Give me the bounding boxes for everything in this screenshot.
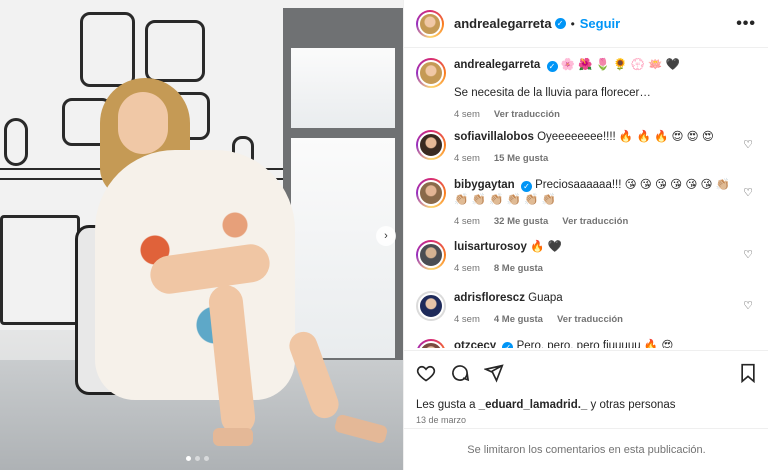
likes-suffix: y otras personas (590, 399, 676, 411)
bookmark-icon (741, 363, 755, 383)
likes-prefix: Les gusta a (416, 399, 476, 411)
caption-text: Se necesita de la lluvia para florecer… (454, 87, 651, 99)
header-separator: • (570, 16, 575, 31)
comment-text: Guapa (528, 292, 563, 304)
follow-button[interactable]: Seguir (580, 16, 620, 31)
comment-time: 4 sem (454, 314, 480, 325)
likes-summary[interactable]: Les gusta a _eduard_lamadrid._ y otras p… (416, 399, 757, 411)
verified-badge-icon: ✓ (520, 181, 532, 192)
share-icon (484, 364, 504, 383)
share-button[interactable] (484, 363, 504, 383)
comment-row: otzcecy ✓ Pero, pero, pero fiuuuuu 🔥 😍 (416, 339, 757, 348)
comment-translate-button[interactable]: Ver traducción (557, 314, 623, 325)
comment-avatar[interactable] (416, 291, 446, 321)
post-header: andrealegarreta ✓ • Seguir ••• (404, 0, 768, 48)
comment-avatar[interactable] (416, 130, 446, 160)
caption-avatar[interactable] (416, 58, 446, 88)
comment-icon (452, 365, 470, 382)
comment-username[interactable]: bibygaytan (454, 179, 515, 191)
photo-window-pane-bottom (291, 138, 395, 358)
comments-list[interactable]: andrealegarreta ✓ 🌸 🌺 🌷 🌻 💮 🪷 🖤 Se neces… (404, 48, 768, 348)
comment-likes-button[interactable]: 8 Me gusta (494, 263, 543, 274)
comment-text: Pero, pero, pero fiuuuuu 🔥 😍 (516, 340, 674, 348)
like-button[interactable] (416, 363, 436, 383)
comment-text: 🔥 🖤 (530, 241, 562, 253)
photo-window (283, 8, 403, 378)
comment-likes-button[interactable]: 15 Me gusta (494, 153, 548, 164)
comment-row: adrisflorescz Guapa 4 sem 4 Me gusta Ver… (416, 291, 757, 325)
comment-avatar[interactable] (416, 240, 446, 270)
more-options-icon[interactable]: ••• (736, 15, 756, 33)
action-icons (416, 361, 757, 385)
verified-badge-icon: ✓ (554, 18, 566, 29)
photo-face (118, 92, 168, 154)
post-side-panel: andrealegarreta ✓ • Seguir ••• andrealeg… (403, 0, 768, 470)
post-actions: Les gusta a _eduard_lamadrid._ y otras p… (404, 350, 768, 425)
caption-translate-button[interactable]: Ver traducción (494, 109, 560, 120)
comment-avatar[interactable] (416, 178, 446, 208)
photo-doodle-cabinet (0, 215, 80, 325)
comment-row: sofiavillalobos Oyeeeeeeee!!!! 🔥 🔥 🔥 😍 😍… (416, 130, 757, 164)
caption-time: 4 sem (454, 109, 480, 120)
heart-icon (416, 365, 436, 382)
post-date: 13 de marzo (416, 415, 467, 425)
next-photo-button[interactable]: › (376, 226, 396, 246)
carousel-dot (195, 456, 200, 461)
comment-text: Oyeeeeeeee!!!! 🔥 🔥 🔥 😍 😍 😍 (537, 131, 714, 143)
comment-username[interactable]: luisarturosoy (454, 241, 527, 253)
comment-time: 4 sem (454, 263, 480, 274)
comment-likes-button[interactable]: 4 Me gusta (494, 314, 543, 325)
comment-button[interactable] (450, 363, 470, 383)
comment-translate-button[interactable]: Ver traducción (562, 216, 628, 227)
carousel-dot-active (186, 456, 191, 461)
carousel-dot (204, 456, 209, 461)
comment-username[interactable]: adrisflorescz (454, 292, 525, 304)
comment-time: 4 sem (454, 216, 480, 227)
photo-window-pane-top (291, 48, 395, 128)
comment-row: bibygaytan ✓ Preciosaaaaaa!!! 😘 😘 😘 😘 😘 … (416, 178, 757, 227)
verified-badge-icon: ✓ (502, 342, 514, 348)
caption-username[interactable]: andrealegarreta (454, 59, 540, 71)
caption-row: andrealegarreta ✓ 🌸 🌺 🌷 🌻 💮 🪷 🖤 Se neces… (416, 58, 757, 120)
carousel-dots (186, 456, 209, 461)
photo-shoe-front (213, 428, 253, 446)
comment-row: luisarturosoy 🔥 🖤 4 sem 8 Me gusta ♡ (416, 240, 757, 274)
photo-doodle-frame (145, 20, 205, 82)
comment-like-heart-icon[interactable]: ♡ (743, 248, 753, 261)
comment-like-heart-icon[interactable]: ♡ (743, 186, 753, 199)
likes-user[interactable]: _eduard_lamadrid._ (479, 399, 588, 411)
comments-limited-notice: Se limitaron los comentarios en esta pub… (404, 428, 768, 470)
comment-like-heart-icon[interactable]: ♡ (743, 299, 753, 312)
photo-doodle-mirror (80, 12, 135, 87)
post-photo[interactable]: › (0, 0, 403, 470)
author-username[interactable]: andrealegarreta (454, 16, 552, 31)
comment-time: 4 sem (454, 153, 480, 164)
comment-likes-button[interactable]: 32 Me gusta (494, 216, 548, 227)
photo-doodle-vase-left (4, 118, 28, 166)
comment-avatar[interactable] (416, 339, 446, 348)
comment-username[interactable]: otzcecy (454, 340, 496, 348)
verified-badge-icon: ✓ (546, 61, 558, 72)
save-button[interactable] (739, 363, 757, 383)
comment-username[interactable]: sofiavillalobos (454, 131, 534, 143)
caption-emoji: 🌸 🌺 🌷 🌻 💮 🪷 🖤 (560, 59, 681, 71)
comment-like-heart-icon[interactable]: ♡ (743, 138, 753, 151)
author-avatar[interactable] (416, 9, 444, 38)
